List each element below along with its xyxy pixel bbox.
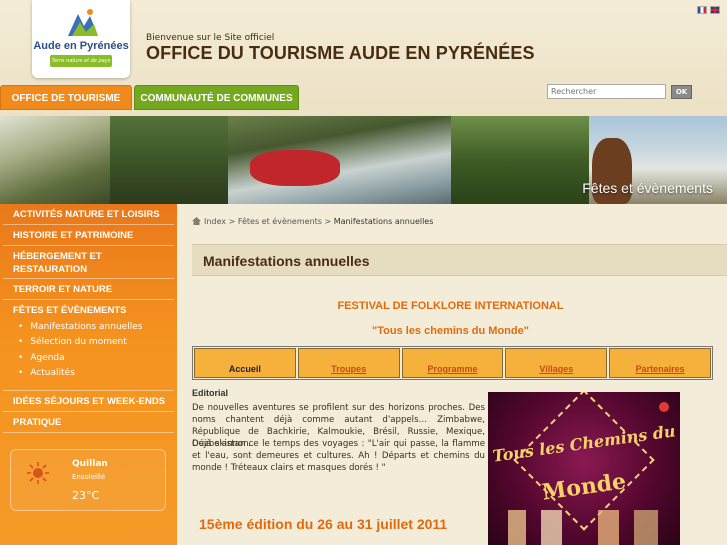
breadcrumb: Index > Fêtes et évènements > Manifestat… [192, 217, 433, 226]
banner: Fêtes et évènements [0, 116, 727, 204]
logo-mark-icon [68, 9, 98, 36]
edition-dates: 15ème édition du 26 au 31 juillet 2011 [199, 516, 448, 532]
breadcrumb-current: Manifestations annuelles [333, 217, 434, 226]
sidebar-item-hebergement-line2[interactable]: RESTAURATION [0, 264, 177, 275]
banner-photo-forest [110, 116, 228, 204]
sidebar-divider [3, 411, 174, 412]
sidebar-subitem-actualites[interactable]: Actualités [18, 368, 74, 378]
banner-photo-riders [451, 116, 589, 204]
festival-poster[interactable]: Tous les Chemins du Monde [488, 392, 680, 545]
sidebar-item-activites[interactable]: ACTIVITÉS NATURE ET LOISIRS [0, 209, 177, 220]
welcome-text: Bienvenue sur le Site officiel [146, 33, 275, 43]
sidebar-divider [3, 245, 174, 246]
logo-name: Aude en Pyrénées [33, 40, 129, 52]
banner-caption: Fêtes et évènements [582, 180, 713, 196]
raft-shape [250, 150, 340, 186]
festival-menu: Accueil Troupes Programme Villages Parte… [192, 346, 713, 380]
festival-menu-programme[interactable]: Programme [401, 348, 504, 378]
tab-office-de-tourisme[interactable]: OFFICE DE TOURISME [0, 85, 132, 110]
breadcrumb-separator: > [228, 217, 236, 226]
sidebar-subitem-manifestations[interactable]: Manifestations annuelles [18, 322, 142, 332]
page-title: Manifestations annuelles [192, 244, 727, 276]
breadcrumb-section[interactable]: Fêtes et évènements [238, 217, 322, 226]
editorial-heading: Editorial [192, 388, 229, 398]
site-title: OFFICE DU TOURISME AUDE EN PYRÉNÉES [146, 43, 535, 63]
breadcrumb-home[interactable]: Index [204, 217, 226, 226]
sidebar-subitem-agenda[interactable]: Agenda [18, 353, 64, 363]
sidebar-subitem-selection[interactable]: Sélection du moment [18, 337, 126, 347]
editorial-paragraph-2: Déjà s'annonce le temps des voyages : "L… [192, 439, 485, 473]
festival-menu-partenaires[interactable]: Partenaires [609, 348, 711, 378]
festival-menu-accueil[interactable]: Accueil [194, 348, 296, 378]
weather-widget: Quillan Ensoleillé 23°C [10, 449, 166, 511]
festival-subtitle: "Tous les chemins du Monde" [372, 325, 529, 337]
sidebar-item-fetes[interactable]: FÊTES ET ÉVÈNEMENTS [0, 305, 177, 316]
festival-menu-villages[interactable]: Villages [505, 348, 608, 378]
sidebar-divider [3, 299, 174, 300]
main-content: Index > Fêtes et évènements > Manifestat… [177, 204, 727, 545]
poster-dancers-image [508, 510, 658, 545]
search-button[interactable]: OK [671, 85, 692, 99]
sidebar-divider [3, 224, 174, 225]
site-header: Aude en Pyrénées Terre nature et de pays… [0, 0, 727, 116]
banner-photo-castle [0, 116, 110, 204]
search-input[interactable] [547, 84, 666, 99]
sidebar: ACTIVITÉS NATURE ET LOISIRS HISTOIRE ET … [0, 204, 177, 545]
festival-menu-troupes[interactable]: Troupes [297, 348, 400, 378]
weather-condition: Ensoleillé [72, 473, 106, 481]
poster-emblem-icon [659, 402, 669, 412]
sidebar-item-terroir[interactable]: TERROIR ET NATURE [0, 284, 177, 295]
weather-city: Quillan [72, 459, 108, 469]
site-logo[interactable]: Aude en Pyrénées Terre nature et de pays… [32, 0, 130, 78]
tab-communaute-de-communes[interactable]: COMMUNAUTÉ DE COMMUNES [134, 85, 299, 110]
weather-temperature: 23°C [72, 489, 100, 502]
en-flag-icon[interactable] [710, 6, 720, 14]
fr-flag-icon[interactable] [697, 6, 707, 14]
sidebar-divider [3, 278, 174, 279]
festival-title: FESTIVAL DE FOLKLORE INTERNATIONAL [337, 300, 564, 312]
sun-icon [27, 462, 49, 484]
logo-tagline: Terre nature et de pays cathares [50, 55, 112, 76]
sidebar-divider [3, 432, 174, 433]
sidebar-item-idees-sejours[interactable]: IDÉES SÉJOURS ET WEEK-ENDS [0, 396, 177, 407]
sidebar-item-hebergement[interactable]: HÉBERGEMENT ET [0, 251, 177, 262]
home-icon[interactable] [192, 217, 201, 225]
sidebar-item-histoire[interactable]: HISTOIRE ET PATRIMOINE [0, 230, 177, 241]
sidebar-divider [3, 390, 174, 391]
breadcrumb-separator: > [324, 217, 332, 226]
sidebar-item-pratique[interactable]: PRATIQUE [0, 417, 177, 428]
